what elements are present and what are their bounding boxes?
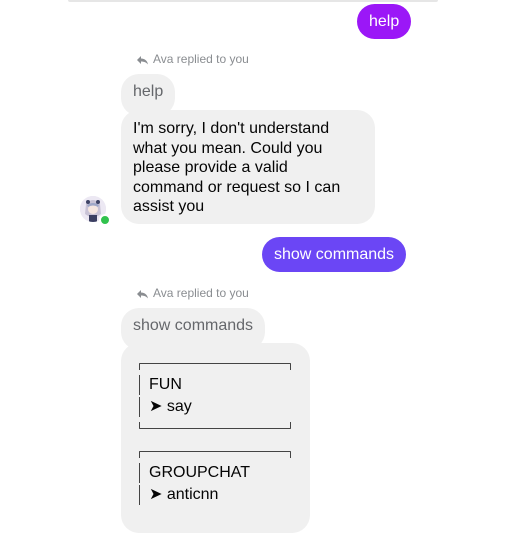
message-line: what you mean. Could you	[133, 139, 323, 157]
command-group-title: GROUPCHAT	[149, 464, 251, 481]
box-left-bar	[139, 397, 140, 417]
message-line: command or request so I can	[133, 178, 341, 196]
online-status-icon	[99, 214, 111, 226]
command-item: ➤ anticnn	[149, 486, 219, 503]
reply-arrow-icon	[137, 290, 148, 299]
reply-arrow-icon	[137, 56, 148, 65]
box-bottom-border	[139, 422, 291, 429]
reply-indicator-text: Ava replied to you	[153, 286, 249, 300]
box-top-border	[139, 363, 291, 370]
box-top-border	[139, 451, 291, 458]
box-left-bar	[139, 485, 140, 505]
command-group-box: FUN ➤ say	[139, 363, 291, 429]
command-group-title: FUN	[149, 376, 182, 393]
outgoing-message-show-commands[interactable]: show commands	[262, 237, 407, 272]
reply-indicator-text: Ava replied to you	[153, 52, 249, 66]
outgoing-message-help[interactable]: help	[357, 4, 412, 39]
reply-indicator: Ava replied to you	[136, 286, 249, 300]
reply-indicator: Ava replied to you	[136, 52, 249, 66]
message-line: please provide a valid	[133, 159, 288, 176]
box-left-bar	[139, 463, 140, 483]
incoming-message-commands[interactable]: FUN ➤ say GROUPCHAT ➤ anticnn	[121, 343, 310, 533]
message-line: assist you	[133, 198, 205, 215]
message-line: I'm sorry, I don't understand	[133, 120, 330, 137]
command-item: ➤ say	[149, 398, 192, 415]
box-left-bar	[139, 375, 140, 395]
command-group-box: GROUPCHAT ➤ anticnn	[139, 451, 291, 531]
incoming-message[interactable]: I'm sorry, I don't understand what you m…	[121, 110, 375, 224]
previous-message-edge	[68, 0, 438, 2]
